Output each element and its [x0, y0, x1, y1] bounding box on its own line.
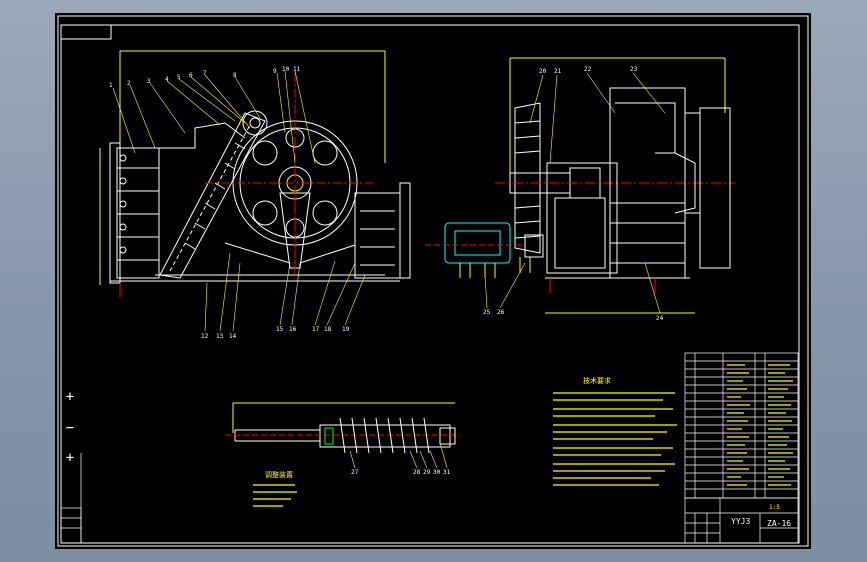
part-number-label: 27	[351, 469, 359, 476]
part-number-label: 11	[293, 66, 301, 73]
cad-drawing: 1 2 3 4 5 6 7 8 9 10 11 12 13 14 15 16 1…	[57, 15, 809, 547]
part-number-label: 8	[233, 72, 237, 79]
part-number-label: 22	[584, 66, 592, 73]
part-number-label: 3	[147, 78, 151, 85]
part-number-label: 16	[289, 326, 297, 333]
drawing-name: YYJ3	[731, 517, 750, 526]
parts-list-rows	[685, 360, 798, 490]
front-view-part-numbers: 1 2 3 4 5 6 7 8 9 10 11 12 13 14 15 16 1…	[109, 66, 350, 340]
jaw-teeth	[184, 142, 246, 250]
zoom-in-button[interactable]: +	[62, 390, 78, 404]
part-number-label: 10	[282, 66, 290, 73]
part-number-label: 30	[433, 469, 441, 476]
sheet-code: ZA-16	[767, 519, 791, 528]
left-ribs	[117, 154, 159, 261]
margin-stamp	[60, 453, 82, 544]
part-number-label: 18	[324, 326, 332, 333]
body-ribs	[610, 202, 685, 264]
part-number-label: 1	[109, 82, 113, 89]
part-number-label: 24	[656, 315, 664, 322]
part-number-label: 5	[177, 74, 181, 81]
front-view	[99, 50, 411, 298]
part-number-label: 17	[312, 326, 320, 333]
side-view	[425, 57, 735, 314]
part-number-label: 20	[539, 68, 547, 75]
part-number-label: 23	[630, 66, 638, 73]
part-number-label: 7	[203, 70, 207, 77]
pan-button[interactable]: +	[62, 451, 78, 465]
part-number-label: 6	[189, 72, 193, 79]
parts-list-table	[684, 352, 799, 499]
motor-feet	[459, 257, 531, 278]
notes-heading: 技术要求	[583, 376, 611, 385]
part-number-label: 26	[497, 309, 505, 316]
detail-view-part-numbers: 27 28 29 30 31	[351, 469, 451, 476]
part-number-label: 21	[554, 68, 562, 75]
pulley-grooves	[514, 120, 541, 239]
part-number-label: 19	[342, 326, 350, 333]
zoom-out-button[interactable]: −	[62, 421, 78, 435]
part-number-label: 4	[165, 76, 169, 83]
navigation-controls: + − +	[60, 390, 80, 465]
corner-label-box	[60, 24, 112, 40]
cad-drawing-viewport[interactable]: 1 2 3 4 5 6 7 8 9 10 11 12 13 14 15 16 1…	[55, 13, 811, 549]
part-number-label: 14	[229, 333, 237, 340]
part-number-label: 25	[483, 309, 491, 316]
detail-view	[225, 402, 460, 454]
part-number-label: 29	[423, 469, 431, 476]
part-number-label: 12	[201, 333, 209, 340]
part-number-label: 28	[413, 469, 421, 476]
part-number-label: 13	[216, 333, 224, 340]
right-ribs	[360, 210, 395, 266]
part-number-label: 15	[276, 326, 284, 333]
part-number-label: 9	[273, 68, 277, 75]
part-number-label: 31	[443, 469, 451, 476]
scale-note: 1:5	[769, 504, 780, 511]
technical-notes: 技术要求	[553, 376, 677, 486]
detail-caption-block: 调整装置	[253, 470, 297, 507]
part-number-label: 2	[127, 80, 131, 87]
detail-caption: 调整装置	[265, 470, 293, 479]
